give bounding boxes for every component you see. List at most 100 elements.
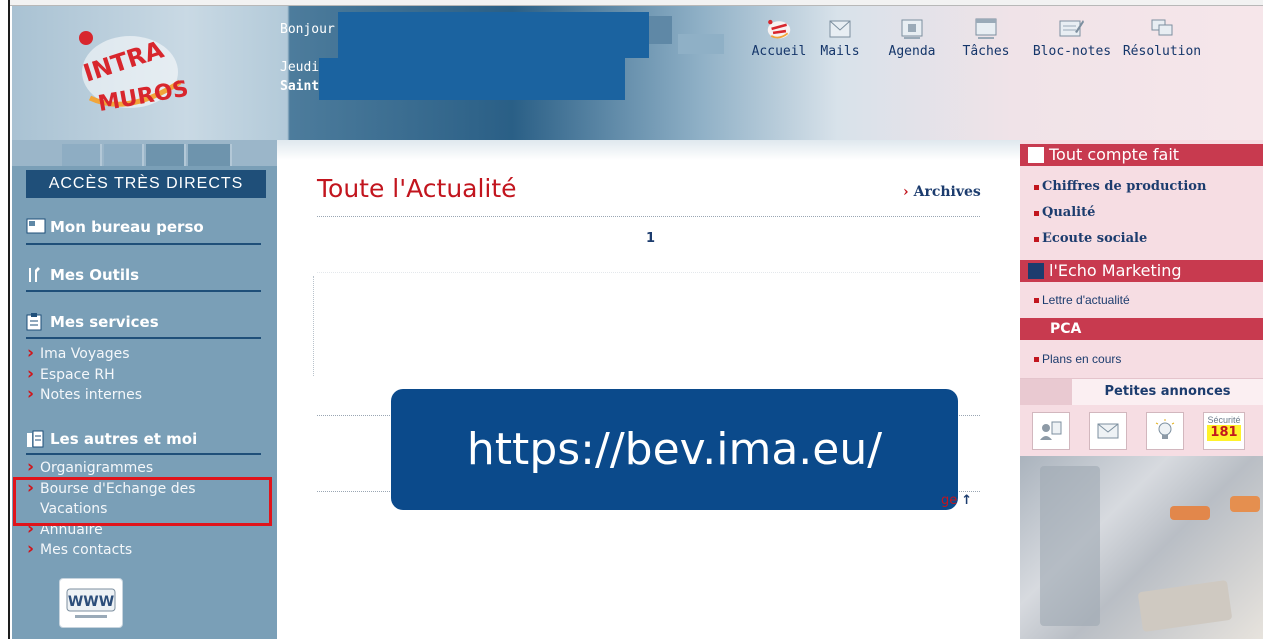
pca-list: Plans en cours [1034, 346, 1121, 372]
chevron-right-icon: › [903, 184, 909, 200]
link-notes-internes[interactable]: Notes internes [27, 384, 142, 406]
petites-annonces-tab[interactable]: Petites annonces [1072, 379, 1263, 405]
annonces-tab-left [1020, 379, 1072, 405]
mail-icon [827, 16, 853, 42]
mes-services-heading[interactable]: Mes services [26, 313, 159, 331]
greeting-label: Bonjour [280, 22, 335, 37]
les-autres-et-moi-label: Les autres et moi [50, 430, 198, 448]
url-overlay-banner: https://bev.ima.eu/ [391, 389, 958, 510]
decorative-photo [1020, 456, 1263, 639]
header-decor-block [678, 34, 724, 54]
title-divider [317, 216, 980, 217]
back-to-top-label: ge [941, 493, 958, 508]
nav-accueil[interactable]: Accueil [750, 12, 808, 72]
contact-card-icon [1040, 421, 1062, 440]
intra-muros-home-icon [766, 16, 792, 42]
nav-resolution-label: Résolution [1122, 44, 1202, 59]
echo-marketing-list: Lettre d'actualité [1034, 287, 1130, 313]
idea-button[interactable] [1146, 412, 1184, 450]
link-espace-rh[interactable]: Espace RH [27, 364, 142, 386]
nav-agenda[interactable]: Agenda [872, 12, 952, 72]
sidebar-tab [62, 144, 102, 166]
link-ima-voyages[interactable]: Ima Voyages [27, 343, 142, 365]
link-mes-contacts[interactable]: Mes contacts [27, 539, 240, 561]
echo-marketing-header: l'Echo Marketing [1020, 260, 1263, 282]
desk-icon [26, 218, 46, 236]
acces-tres-directs-title: ACCÈS TRÈS DIRECTS [26, 170, 266, 198]
sidebar-tab [146, 144, 186, 166]
tools-icon [26, 266, 46, 284]
link-plans-en-cours[interactable]: Plans en cours [1034, 346, 1121, 372]
nav-taches[interactable]: Tâches [954, 12, 1018, 72]
photo-detail [1137, 579, 1233, 633]
mon-bureau-perso-link[interactable]: Mon bureau perso [26, 218, 204, 236]
photo-detail [1230, 496, 1260, 512]
mon-bureau-perso-label: Mon bureau perso [50, 218, 204, 236]
securite-181-button[interactable]: Sécurité 181 [1203, 412, 1245, 450]
nav-resolution[interactable]: Résolution [1122, 12, 1202, 72]
mes-outils-link[interactable]: Mes Outils [26, 266, 139, 284]
nav-bloc-notes-label: Bloc-notes [1032, 44, 1112, 59]
quick-tools-row: Sécurité 181 [1032, 412, 1245, 450]
nav-taches-label: Tâches [962, 44, 1010, 59]
section-divider [26, 290, 261, 292]
info-icon [1028, 263, 1044, 279]
content-top-shade [277, 140, 1020, 160]
www-button[interactable]: WWW [59, 578, 123, 628]
window-left-border [0, 0, 10, 639]
mail-icon [1097, 423, 1119, 439]
right-column: Tout compte fait Chiffres de production … [1020, 140, 1263, 639]
arrow-up-icon: ↑ [961, 493, 973, 508]
mail-tool-button[interactable] [1089, 412, 1127, 450]
link-chiffres-production[interactable]: Chiffres de production [1034, 174, 1206, 200]
clipboard-icon [26, 313, 46, 331]
link-lettre-actualite[interactable]: Lettre d'actualité [1034, 287, 1130, 313]
highlight-annotation-box [13, 477, 272, 526]
les-autres-et-moi-heading[interactable]: Les autres et moi [26, 430, 197, 448]
securite-number: 181 [1207, 425, 1241, 441]
redacted-username [338, 12, 649, 58]
lightbulb-icon [1155, 419, 1175, 439]
header: INTRA MUROS Bonjour Jeudi Saint Accueil … [12, 6, 1263, 140]
chart-icon [1028, 147, 1044, 163]
main-content: Toute l'Actualité › Archives 1 https://be… [277, 140, 1020, 639]
nav-mails-label: Mails [820, 44, 860, 59]
sidebar-tab [188, 144, 232, 166]
link-organigrammes[interactable]: Organigrammes [27, 457, 240, 479]
www-label: WWW [68, 594, 114, 610]
notepad-icon [1059, 16, 1085, 42]
nav-mails[interactable]: Mails [812, 12, 868, 72]
sidebar-tab [104, 144, 144, 166]
tout-compte-fait-header: Tout compte fait [1020, 144, 1263, 166]
photo-detail [1170, 506, 1210, 520]
link-ecoute-sociale[interactable]: Ecoute sociale [1034, 226, 1206, 252]
nav-bloc-notes[interactable]: Bloc-notes [1024, 12, 1120, 72]
archives-link[interactable]: › Archives [903, 184, 981, 200]
left-sidebar: ACCÈS TRÈS DIRECTS Mon bureau perso Mes … [12, 140, 277, 639]
redacted-date [319, 58, 625, 100]
nav-agenda-label: Agenda [888, 44, 936, 59]
tasks-icon [973, 16, 999, 42]
www-icon: WWW [66, 588, 116, 618]
services-link-list: Ima Voyages Espace RH Notes internes [27, 343, 142, 406]
news-list-area [313, 276, 983, 376]
intra-muros-logo[interactable]: INTRA MUROS [68, 20, 198, 120]
petites-annonces-bar: Petites annonces [1020, 378, 1263, 405]
contact-card-button[interactable] [1032, 412, 1070, 450]
pca-header: PCA [1020, 318, 1263, 340]
nav-accueil-label: Accueil [751, 44, 807, 59]
echo-marketing-title: l'Echo Marketing [1049, 261, 1182, 280]
tout-compte-fait-title: Tout compte fait [1049, 145, 1180, 164]
pagination-page-1[interactable]: 1 [646, 231, 655, 246]
section-divider [26, 243, 261, 245]
section-divider [26, 453, 261, 455]
link-qualite[interactable]: Qualité [1034, 200, 1206, 226]
list-divider [317, 272, 980, 273]
back-to-top-link[interactable]: ge ↑ [941, 493, 972, 508]
pca-title: PCA [1050, 321, 1082, 337]
section-divider [26, 337, 261, 339]
top-navigation: Accueil Mails Agenda Tâches Bloc-notes R… [750, 12, 1202, 72]
archives-label: Archives [913, 184, 981, 200]
mes-outils-label: Mes Outils [50, 266, 140, 284]
photo-detail [1040, 466, 1100, 626]
